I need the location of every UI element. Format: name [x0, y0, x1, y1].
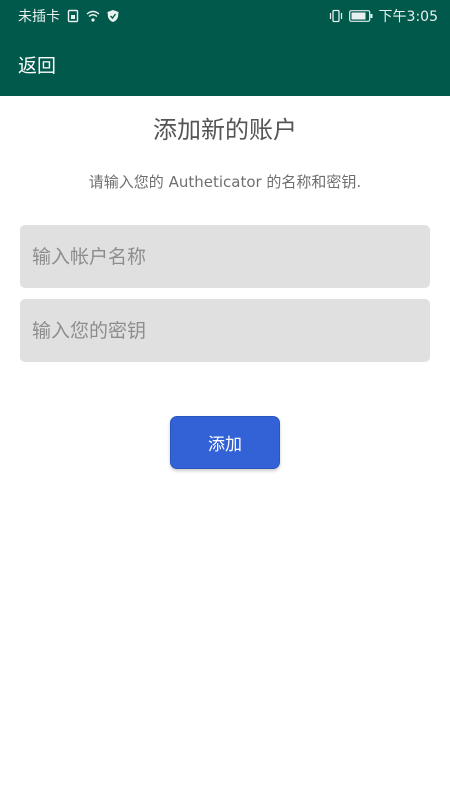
page-subtitle: 请输入您的 Autheticator 的名称和密钥.: [88, 173, 362, 191]
secret-key-input[interactable]: [20, 299, 430, 362]
status-right: 下午3:05: [329, 6, 438, 26]
vibrate-icon: [329, 9, 343, 23]
sim-icon: [66, 9, 80, 23]
back-button[interactable]: 返回: [18, 51, 56, 78]
carrier-text: 未插卡: [18, 9, 60, 25]
app-bar: 返回: [0, 32, 450, 96]
battery-icon: [348, 10, 373, 22]
account-name-input[interactable]: [20, 225, 430, 288]
page-title: 添加新的账户: [153, 116, 297, 144]
wifi-icon: [86, 9, 100, 23]
shield-icon: [106, 9, 120, 23]
status-left: 未插卡: [18, 6, 120, 26]
add-button[interactable]: 添加: [170, 416, 280, 469]
clock-text: 下午3:05: [378, 9, 438, 25]
status-bar: 未插卡 下午3:05: [0, 0, 450, 32]
